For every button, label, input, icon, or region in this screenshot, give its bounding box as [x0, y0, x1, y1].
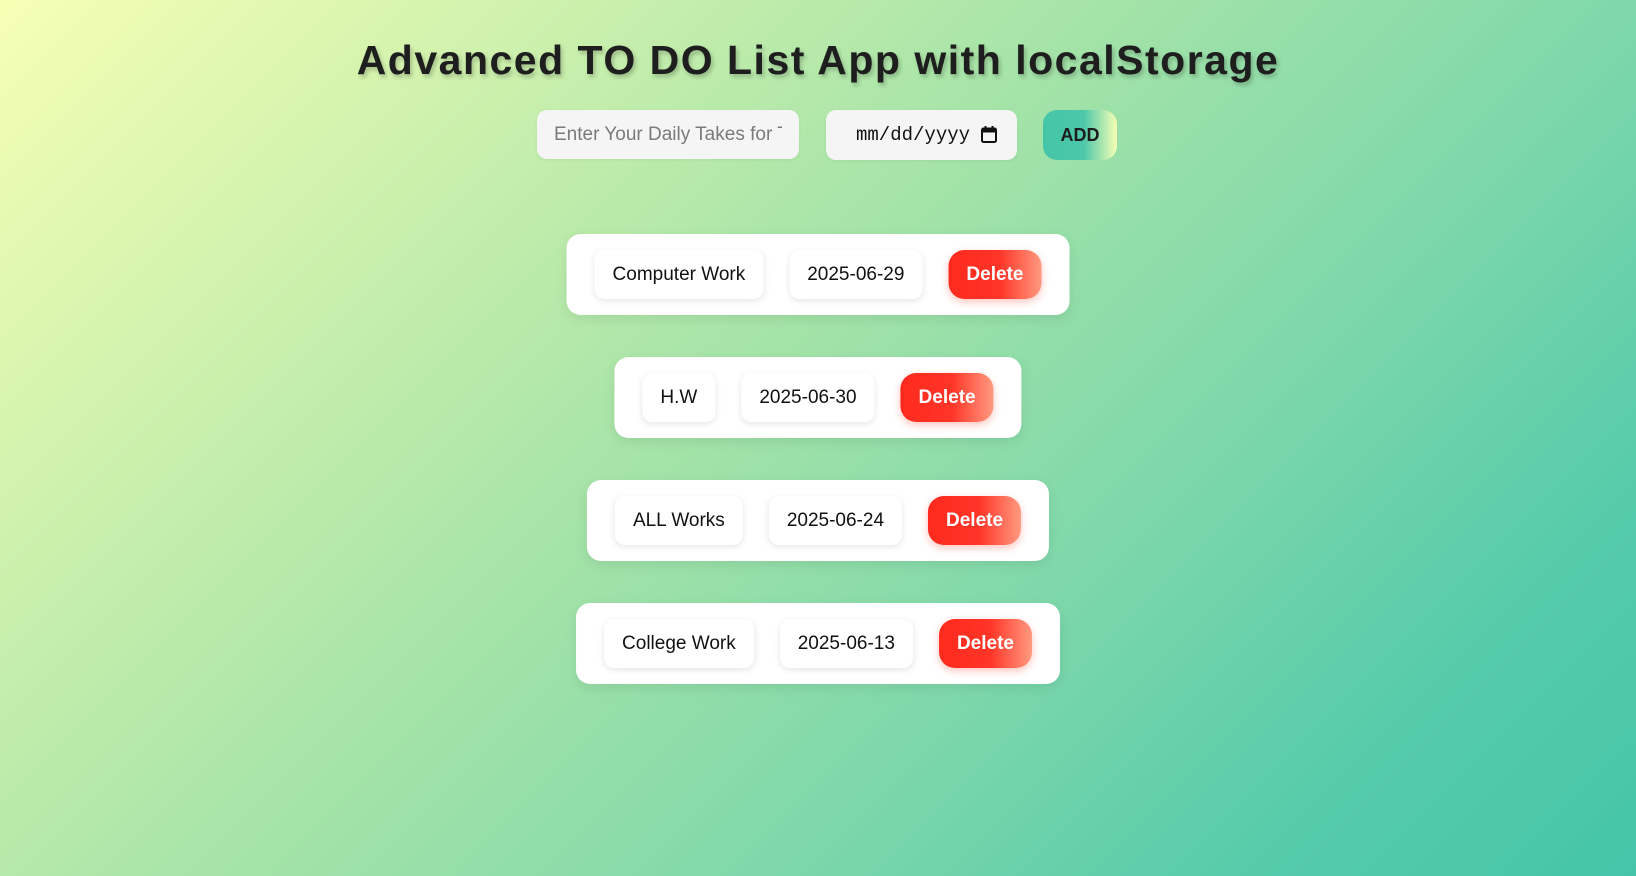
- todo-date-text: 2025-06-30: [741, 373, 875, 422]
- todo-task-text: College Work: [604, 619, 754, 668]
- todo-date-text: 2025-06-29: [789, 250, 923, 299]
- add-task-form: mm/dd/yyyy ADD: [0, 110, 1636, 160]
- todo-item: ALL Works 2025-06-24 Delete: [586, 480, 1050, 561]
- todo-item: Computer Work 2025-06-29 Delete: [566, 234, 1070, 315]
- todo-item: H.W 2025-06-30 Delete: [614, 357, 1022, 438]
- todo-task-text: Computer Work: [594, 250, 764, 299]
- todo-item: College Work 2025-06-13 Delete: [576, 603, 1060, 684]
- delete-button[interactable]: Delete: [928, 496, 1022, 545]
- delete-button[interactable]: Delete: [948, 250, 1042, 299]
- page-title: Advanced TO DO List App with localStorag…: [356, 37, 1280, 83]
- add-button[interactable]: ADD: [1043, 110, 1117, 160]
- date-input[interactable]: mm/dd/yyyy: [826, 110, 1017, 160]
- todo-task-text: H.W: [642, 373, 716, 422]
- todo-date-text: 2025-06-24: [768, 496, 903, 545]
- delete-button[interactable]: Delete: [900, 373, 994, 422]
- task-input[interactable]: [537, 110, 799, 159]
- todo-task-text: ALL Works: [614, 496, 743, 545]
- calendar-icon[interactable]: [981, 126, 997, 143]
- date-placeholder: mm/dd/yyyy: [856, 124, 971, 146]
- todo-date-text: 2025-06-13: [779, 619, 913, 668]
- delete-button[interactable]: Delete: [938, 619, 1032, 668]
